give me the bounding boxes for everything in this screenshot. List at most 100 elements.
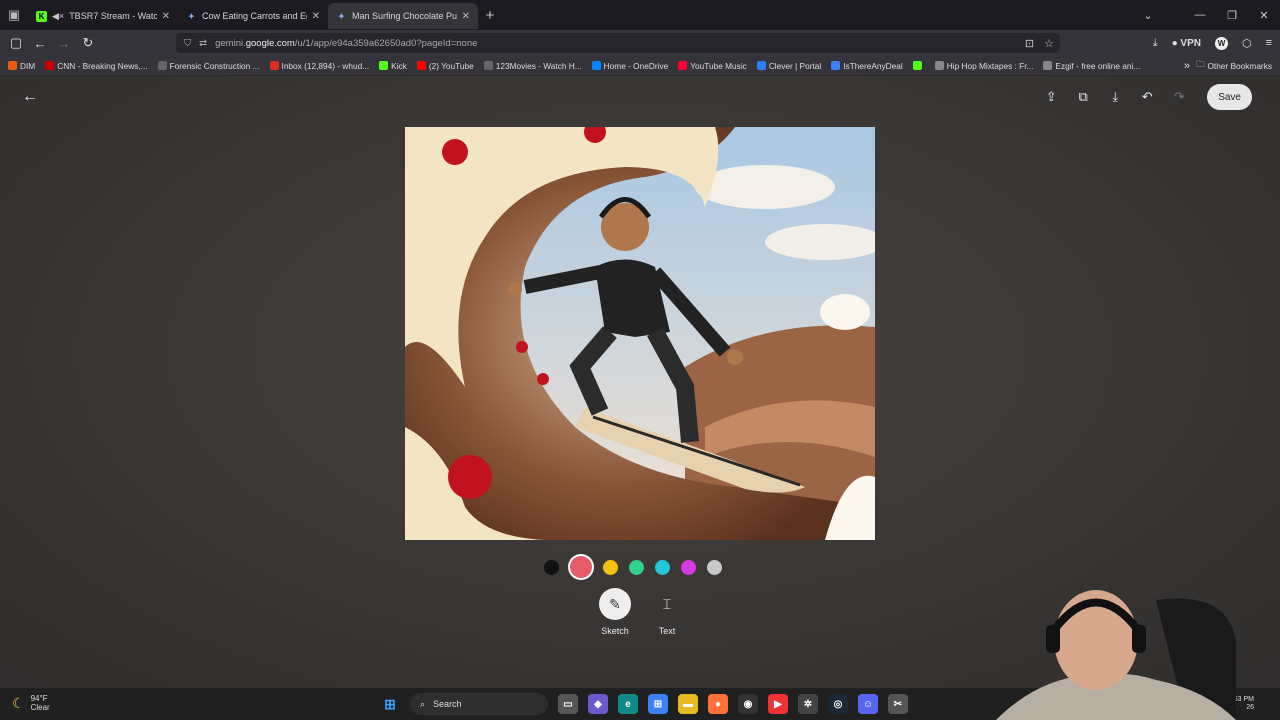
- bookmark-item[interactable]: Kick: [379, 61, 407, 71]
- weather-condition: Clear: [30, 703, 50, 712]
- bookmark-item[interactable]: Hip Hop Mixtapes : Fr...: [934, 60, 1034, 71]
- steam-icon[interactable]: ◎: [828, 694, 848, 714]
- bookmark-item[interactable]: [912, 61, 925, 70]
- bookmark-label: Clever | Portal: [768, 60, 822, 71]
- extensions-icon[interactable]: ⬡: [1242, 37, 1252, 50]
- save-button[interactable]: Save: [1207, 84, 1252, 110]
- youtube-music-icon[interactable]: ▶: [768, 694, 788, 714]
- bookmark-favicon-icon: [416, 61, 426, 70]
- bookmark-item[interactable]: Forensic Construction ...: [157, 61, 260, 71]
- color-swatch[interactable]: [629, 559, 644, 575]
- shield-icon[interactable]: ⛉: [184, 38, 191, 49]
- back-arrow-icon[interactable]: ←: [22, 88, 38, 106]
- close-tab-icon[interactable]: ✕: [162, 11, 170, 22]
- copilot-icon[interactable]: ◆: [588, 694, 608, 714]
- share-icon[interactable]: ⇪: [1041, 87, 1061, 107]
- color-swatch[interactable]: [570, 556, 592, 578]
- reload-icon[interactable]: ↻: [76, 31, 100, 55]
- text-label: Text: [658, 626, 676, 636]
- folder-icon: 🗀: [1196, 58, 1205, 69]
- bookmark-favicon-icon: [157, 61, 167, 70]
- download-icon[interactable]: ⤓: [1105, 87, 1125, 107]
- navigation-bar: ▢ ← → ↻ ⛉ ⇄ gemini.google.com/u/1/app/e9…: [0, 30, 1280, 56]
- snipping-tool-icon[interactable]: ✂: [888, 694, 908, 714]
- address-bar[interactable]: ⛉ ⇄ gemini.google.com/u/1/app/e94a359a62…: [176, 33, 1060, 53]
- close-tab-icon[interactable]: ✕: [462, 11, 470, 22]
- search-icon: ⌕: [420, 698, 426, 709]
- store-icon[interactable]: ⊞: [648, 694, 668, 714]
- more-bookmarks-chevron-icon[interactable]: »: [1184, 60, 1190, 72]
- color-swatch[interactable]: [603, 559, 618, 575]
- speaker-muted-icon[interactable]: ◀×: [52, 11, 64, 22]
- discord-icon[interactable]: ☺: [858, 694, 878, 714]
- color-swatch[interactable]: [681, 559, 696, 575]
- other-bookmarks[interactable]: 🗀 Other Bookmarks: [1196, 59, 1272, 73]
- sketch-tool[interactable]: ✎ Sketch: [598, 588, 632, 636]
- tab-2-active[interactable]: ✦ Man Surfing Chocolate Pudding ✕: [328, 3, 478, 29]
- weather-widget[interactable]: ☾ 94°F Clear: [12, 694, 50, 713]
- restore-icon[interactable]: ❐: [1216, 9, 1248, 22]
- sketch-label: Sketch: [601, 626, 629, 636]
- bookmark-item[interactable]: CNN - Breaking News,...: [45, 61, 148, 71]
- bookmark-label: YouTube Music: [690, 60, 747, 71]
- kick-icon: K: [36, 10, 47, 22]
- copy-icon[interactable]: ⧉: [1073, 87, 1093, 107]
- site-settings-icon[interactable]: ⇄: [199, 38, 207, 49]
- editor-toolbar: ⇪ ⧉ ⤓ ↶ ↷ Save: [1041, 84, 1252, 110]
- edge-icon[interactable]: e: [618, 694, 638, 714]
- tab-menu-icon[interactable]: ▣: [0, 0, 28, 30]
- bookmark-label: Home - OneDrive: [603, 60, 669, 71]
- url-path: /u/1/app/e94a359a62650ad0?pageId=none: [294, 37, 478, 49]
- bookmark-label: Hip Hop Mixtapes : Fr...: [946, 60, 1034, 71]
- tab-title: Cow Eating Carrots and Eggplant: [202, 11, 307, 21]
- text-tool[interactable]: ⌶ Text: [650, 588, 684, 637]
- obs-icon[interactable]: ◉: [738, 694, 758, 714]
- color-swatch[interactable]: [707, 559, 722, 575]
- back-icon[interactable]: ←: [28, 31, 52, 55]
- forward-icon[interactable]: →: [52, 31, 76, 55]
- firefox-icon[interactable]: ●: [708, 694, 728, 714]
- color-swatch[interactable]: [655, 559, 670, 575]
- task-view-icon[interactable]: ▭: [558, 694, 578, 714]
- tab-1[interactable]: ✦ Cow Eating Carrots and Eggplant ✕: [178, 3, 328, 29]
- redo-icon[interactable]: ↷: [1169, 87, 1189, 107]
- bookmark-item[interactable]: Home - OneDrive: [591, 60, 669, 71]
- tab-0[interactable]: K ◀× TBSR7 Stream - Watch Live ✕: [28, 3, 178, 29]
- download-icon[interactable]: ⤓: [1153, 37, 1158, 50]
- menu-icon[interactable]: ≡: [1266, 37, 1272, 49]
- close-window-icon[interactable]: ✕: [1248, 9, 1280, 22]
- taskbar-search[interactable]: ⌕ Search: [410, 693, 548, 715]
- bookmark-star-icon[interactable]: ☆: [1044, 37, 1054, 50]
- bookmark-item[interactable]: Clever | Portal: [756, 60, 822, 71]
- vpn-button[interactable]: ● VPN: [1172, 38, 1201, 49]
- bookmark-favicon-icon: [45, 61, 55, 70]
- sidebar-icon[interactable]: ▢: [4, 31, 28, 55]
- bookmark-item[interactable]: YouTube Music: [678, 61, 747, 71]
- new-tab-button[interactable]: +: [478, 7, 502, 24]
- bookmark-item[interactable]: 123Movies - Watch H...: [483, 60, 582, 71]
- bookmark-label: Inbox (12,894) - whud...: [281, 60, 370, 71]
- generated-image-canvas[interactable]: [405, 127, 875, 540]
- steelseries-icon[interactable]: ✲: [798, 694, 818, 714]
- minimize-icon[interactable]: —: [1184, 9, 1216, 21]
- tab-list-chevron-icon[interactable]: ⌄: [1132, 9, 1164, 22]
- bookmark-label: Ezgif - free online ani...: [1055, 60, 1141, 71]
- bookmark-label: DIM: [20, 60, 36, 71]
- bookmark-item[interactable]: (2) YouTube: [416, 61, 474, 71]
- tab-strip: ▣ K ◀× TBSR7 Stream - Watch Live ✕ ✦ Cow…: [0, 0, 1280, 30]
- install-app-icon[interactable]: ⊡: [1025, 37, 1034, 50]
- bookmark-item[interactable]: IsThereAnyDeal: [831, 61, 903, 71]
- file-explorer-icon[interactable]: ▬: [678, 694, 698, 714]
- bookmark-label: 123Movies - Watch H...: [495, 60, 582, 71]
- bookmark-favicon-icon: [678, 61, 688, 70]
- undo-icon[interactable]: ↶: [1137, 87, 1157, 107]
- bookmark-item[interactable]: DIM: [8, 61, 35, 71]
- windows-start-icon[interactable]: ⊞: [380, 694, 400, 714]
- sketch-icon: ✎: [599, 588, 631, 620]
- color-swatch[interactable]: [544, 559, 559, 575]
- url-text: gemini.google.com/u/1/app/e94a359a62650a…: [215, 38, 477, 49]
- bookmark-item[interactable]: Inbox (12,894) - whud...: [269, 60, 370, 71]
- bookmark-item[interactable]: Ezgif - free online ani...: [1043, 61, 1140, 71]
- close-tab-icon[interactable]: ✕: [312, 11, 320, 22]
- wallet-icon[interactable]: W: [1214, 36, 1228, 50]
